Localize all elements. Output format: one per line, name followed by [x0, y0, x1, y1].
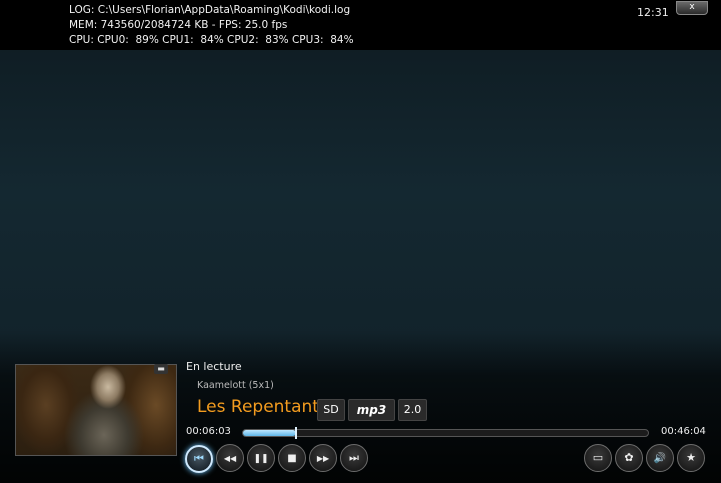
- film-reel-icon: ✿: [624, 451, 634, 464]
- episode-label: Kaamelott (5x1): [197, 380, 274, 391]
- video-thumbnail: [15, 364, 177, 456]
- pause-icon: ❚❚: [253, 454, 269, 464]
- video-resolution-flag: SD: [317, 399, 345, 421]
- debug-overlay: LOG: C:\Users\Florian\AppData\Roaming\Ko…: [0, 0, 721, 50]
- previous-button[interactable]: ⏮: [185, 445, 213, 473]
- subtitles-icon: ▭: [592, 451, 604, 464]
- thumbnail-badge-icon: ▬: [154, 364, 168, 374]
- skip-next-icon: ⏭: [349, 451, 359, 464]
- debug-mem-line: MEM: 743560/2084724 KB - FPS: 25.0 fps: [69, 19, 288, 31]
- next-button[interactable]: ⏭: [340, 444, 368, 472]
- total-time: 00:46:04: [661, 426, 706, 437]
- skip-previous-icon: ⏮: [194, 452, 204, 465]
- rewind-icon: ◀◀: [223, 454, 237, 463]
- speaker-icon: 🔊: [653, 453, 667, 464]
- elapsed-time: 00:06:03: [186, 426, 231, 437]
- fast-forward-icon: ▶▶: [316, 454, 330, 463]
- subtitles-button[interactable]: ▭: [584, 444, 612, 472]
- close-button[interactable]: x: [676, 1, 708, 15]
- seek-bar[interactable]: [242, 427, 649, 439]
- debug-log-line: LOG: C:\Users\Florian\AppData\Roaming\Ko…: [69, 4, 351, 16]
- pause-button[interactable]: ❚❚: [247, 444, 275, 472]
- bookmark-icon: ★: [686, 451, 696, 464]
- stop-icon: ■: [287, 453, 297, 464]
- video-settings-button[interactable]: ✿: [615, 444, 643, 472]
- seek-bar-fill: [243, 430, 296, 436]
- rewind-button[interactable]: ◀◀: [216, 444, 244, 472]
- bookmark-button[interactable]: ★: [677, 444, 705, 472]
- audio-codec-flag: mp3: [348, 399, 395, 421]
- stop-button[interactable]: ■: [278, 444, 306, 472]
- audio-settings-button[interactable]: 🔊: [646, 444, 674, 472]
- clock: 12:31: [637, 6, 669, 19]
- forward-button[interactable]: ▶▶: [309, 444, 337, 472]
- audio-channels-flag: 2.0: [398, 399, 427, 421]
- seek-bar-knob[interactable]: [295, 427, 297, 439]
- media-title: Les Repentants: [197, 397, 328, 417]
- playback-status: En lecture: [186, 360, 242, 373]
- debug-cpu-line: CPU: CPU0: 89% CPU1: 84% CPU2: 83% CPU3:…: [69, 34, 354, 46]
